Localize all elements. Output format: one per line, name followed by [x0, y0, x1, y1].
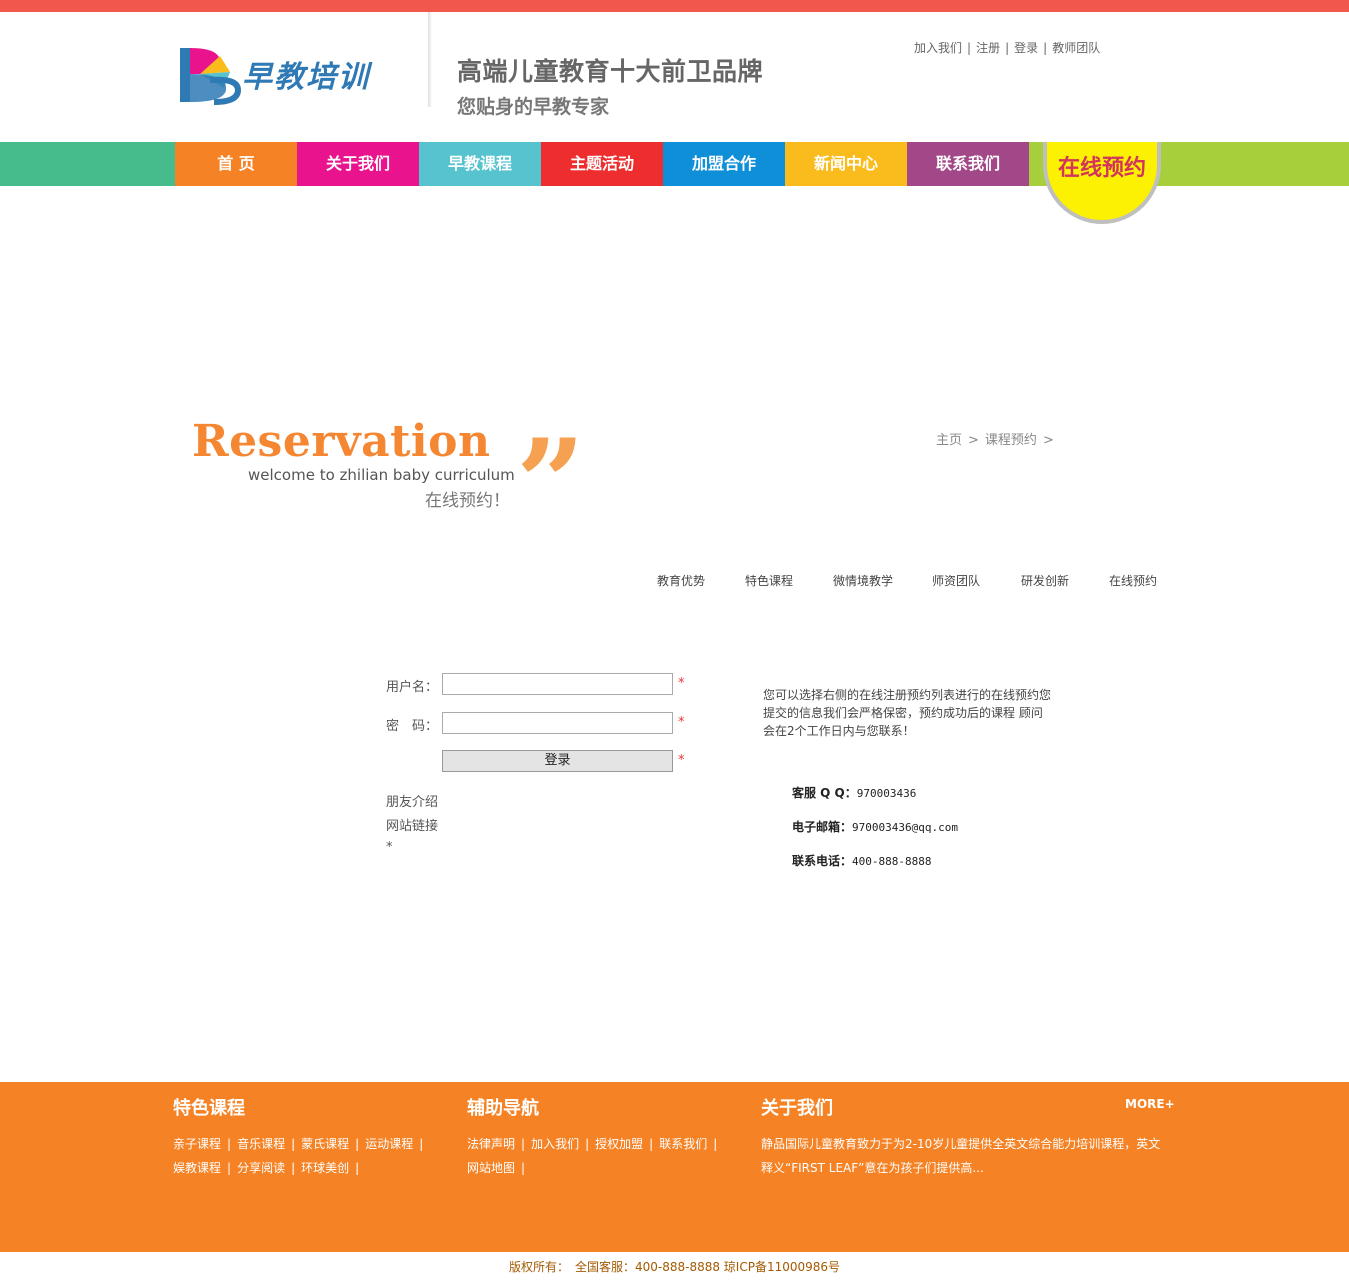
sub-nav: 教育优势 特色课程 微情境教学 师资团队 研发创新 在线预约 — [657, 572, 1157, 589]
reservation-banner: Reservation welcome to zhilian baby curr… — [190, 416, 590, 544]
footer-link[interactable]: 网站地图 — [467, 1161, 515, 1175]
footer-about: 关于我们 静品国际儿童教育致力于为2-10岁儿童提供全英文综合能力培训课程，英文… — [761, 1094, 1171, 1180]
breadcrumb-reservation[interactable]: 课程预约 — [985, 433, 1037, 448]
copyright: 版权所有： 全国客服：400-888-8888 琼ICP备11000986号 — [508, 1260, 841, 1274]
footer-link[interactable]: 娱教课程 — [173, 1161, 221, 1175]
nav-contact[interactable]: 联系我们 — [907, 142, 1029, 186]
nav-courses[interactable]: 早教课程 — [419, 142, 541, 186]
register-link[interactable]: 注册 — [976, 41, 1000, 55]
reservation-badge-label: 在线预约 — [1057, 156, 1146, 181]
asterisk-note: * — [386, 840, 393, 855]
top-color-bar — [0, 0, 1349, 12]
subnav-featured-courses[interactable]: 特色课程 — [745, 572, 833, 589]
footer-link[interactable]: 法律声明 — [467, 1137, 515, 1151]
header-divider — [428, 12, 432, 107]
footer-link[interactable]: 音乐课程 — [237, 1137, 285, 1151]
main-nav: 首 页 关于我们 早教课程 主题活动 加盟合作 新闻中心 联系我们 — [175, 142, 1029, 186]
slogan-sub: 您贴身的早教专家 — [457, 96, 610, 118]
reservation-info-text: 您可以选择右侧的在线注册预约列表进行的在线预约您提交的信息我们会严格保密，预约成… — [763, 688, 1052, 738]
logo[interactable]: 早教培训 — [180, 42, 400, 112]
logo-mark-icon — [180, 48, 242, 105]
subnav-research[interactable]: 研发创新 — [1021, 572, 1109, 589]
footer-link[interactable]: 运动课程 — [365, 1137, 413, 1151]
footer-courses-title: 特色课程 — [173, 1098, 245, 1119]
site-links-link[interactable]: 网站链接 — [386, 815, 438, 834]
site-header: 早教培训 高端儿童教育十大前卫品牌 您贴身的早教专家 加入我们 | 注册 | 登录 | 教师… — [0, 12, 1349, 142]
nav-franchise[interactable]: 加盟合作 — [663, 142, 785, 186]
footer-about-text: 静品国际儿童教育致力于为2-10岁儿童提供全英文综合能力培训课程，英文释义“FI… — [761, 1137, 1161, 1175]
subnav-reservation[interactable]: 在线预约 — [1109, 572, 1157, 589]
footer-link[interactable]: 授权加盟 — [595, 1137, 643, 1151]
friend-referral-link[interactable]: 朋友介绍 — [386, 791, 438, 810]
footer-courses: 特色课程 亲子课程 | 音乐课程 | 蒙氏课程 | 运动课程 | 娱教课程 | 分享阅读 | 环球美创… — [173, 1094, 443, 1180]
contact-email: 电子邮箱：970003436@qq.com — [792, 820, 958, 834]
banner-title: Reservation — [192, 416, 491, 467]
banner-subtitle: welcome to zhilian baby curriculum — [248, 466, 515, 484]
footer-nav: 辅助导航 法律声明 | 加入我们 | 授权加盟 | 联系我们 | 网站地图 | — [467, 1094, 737, 1180]
footer-link[interactable]: 分享阅读 — [237, 1161, 285, 1175]
contact-qq: 客服 Q Q：970003436 — [792, 786, 917, 800]
footer-nav-title: 辅助导航 — [467, 1098, 539, 1119]
footer-link[interactable]: 蒙氏课程 — [301, 1137, 349, 1151]
footer-link[interactable]: 环球美创 — [301, 1161, 349, 1175]
teachers-link[interactable]: 教师团队 — [1052, 41, 1100, 55]
footer-link[interactable]: 加入我们 — [531, 1137, 579, 1151]
nav-about[interactable]: 关于我们 — [297, 142, 419, 186]
breadcrumb: 主页 > 课程预约 > — [936, 433, 1054, 448]
required-mark: * — [678, 715, 685, 730]
slogan-main: 高端儿童教育十大前卫品牌 — [457, 57, 764, 86]
top-links: 加入我们 | 注册 | 登录 | 教师团队 — [914, 41, 1101, 55]
login-button[interactable]: 登录 — [442, 750, 673, 772]
footer-link[interactable]: 亲子课程 — [173, 1137, 221, 1151]
password-input[interactable] — [442, 712, 673, 734]
nav-activities[interactable]: 主题活动 — [541, 142, 663, 186]
subnav-teachers[interactable]: 师资团队 — [932, 572, 1021, 589]
site-footer: 特色课程 亲子课程 | 音乐课程 | 蒙氏课程 | 运动课程 | 娱教课程 | 分享阅读 | 环球美创… — [0, 1082, 1349, 1252]
breadcrumb-home[interactable]: 主页 — [936, 433, 962, 448]
online-reservation-badge[interactable]: 在线预约 — [1043, 142, 1161, 224]
footer-about-title: 关于我们 — [761, 1098, 833, 1119]
subnav-micro-teaching[interactable]: 微情境教学 — [833, 572, 932, 589]
footer-link[interactable]: 联系我们 — [659, 1137, 707, 1151]
username-label: 用户名： — [386, 680, 439, 695]
required-mark: * — [678, 676, 685, 691]
quote-mark-icon: ” — [516, 413, 586, 554]
required-mark: * — [678, 753, 685, 768]
more-link[interactable]: MORE+ — [1125, 1097, 1175, 1111]
username-input[interactable] — [442, 673, 673, 695]
password-label: 密 码： — [386, 719, 439, 734]
subnav-advantages[interactable]: 教育优势 — [657, 572, 745, 589]
login-link[interactable]: 登录 — [1014, 41, 1038, 55]
join-link[interactable]: 加入我们 — [914, 41, 962, 55]
banner-cn-title: 在线预约！ — [425, 491, 510, 511]
nav-news[interactable]: 新闻中心 — [785, 142, 907, 186]
contact-phone: 联系电话：400-888-8888 — [792, 854, 932, 868]
logo-text: 早教培训 — [242, 60, 370, 95]
nav-home[interactable]: 首 页 — [175, 142, 297, 186]
